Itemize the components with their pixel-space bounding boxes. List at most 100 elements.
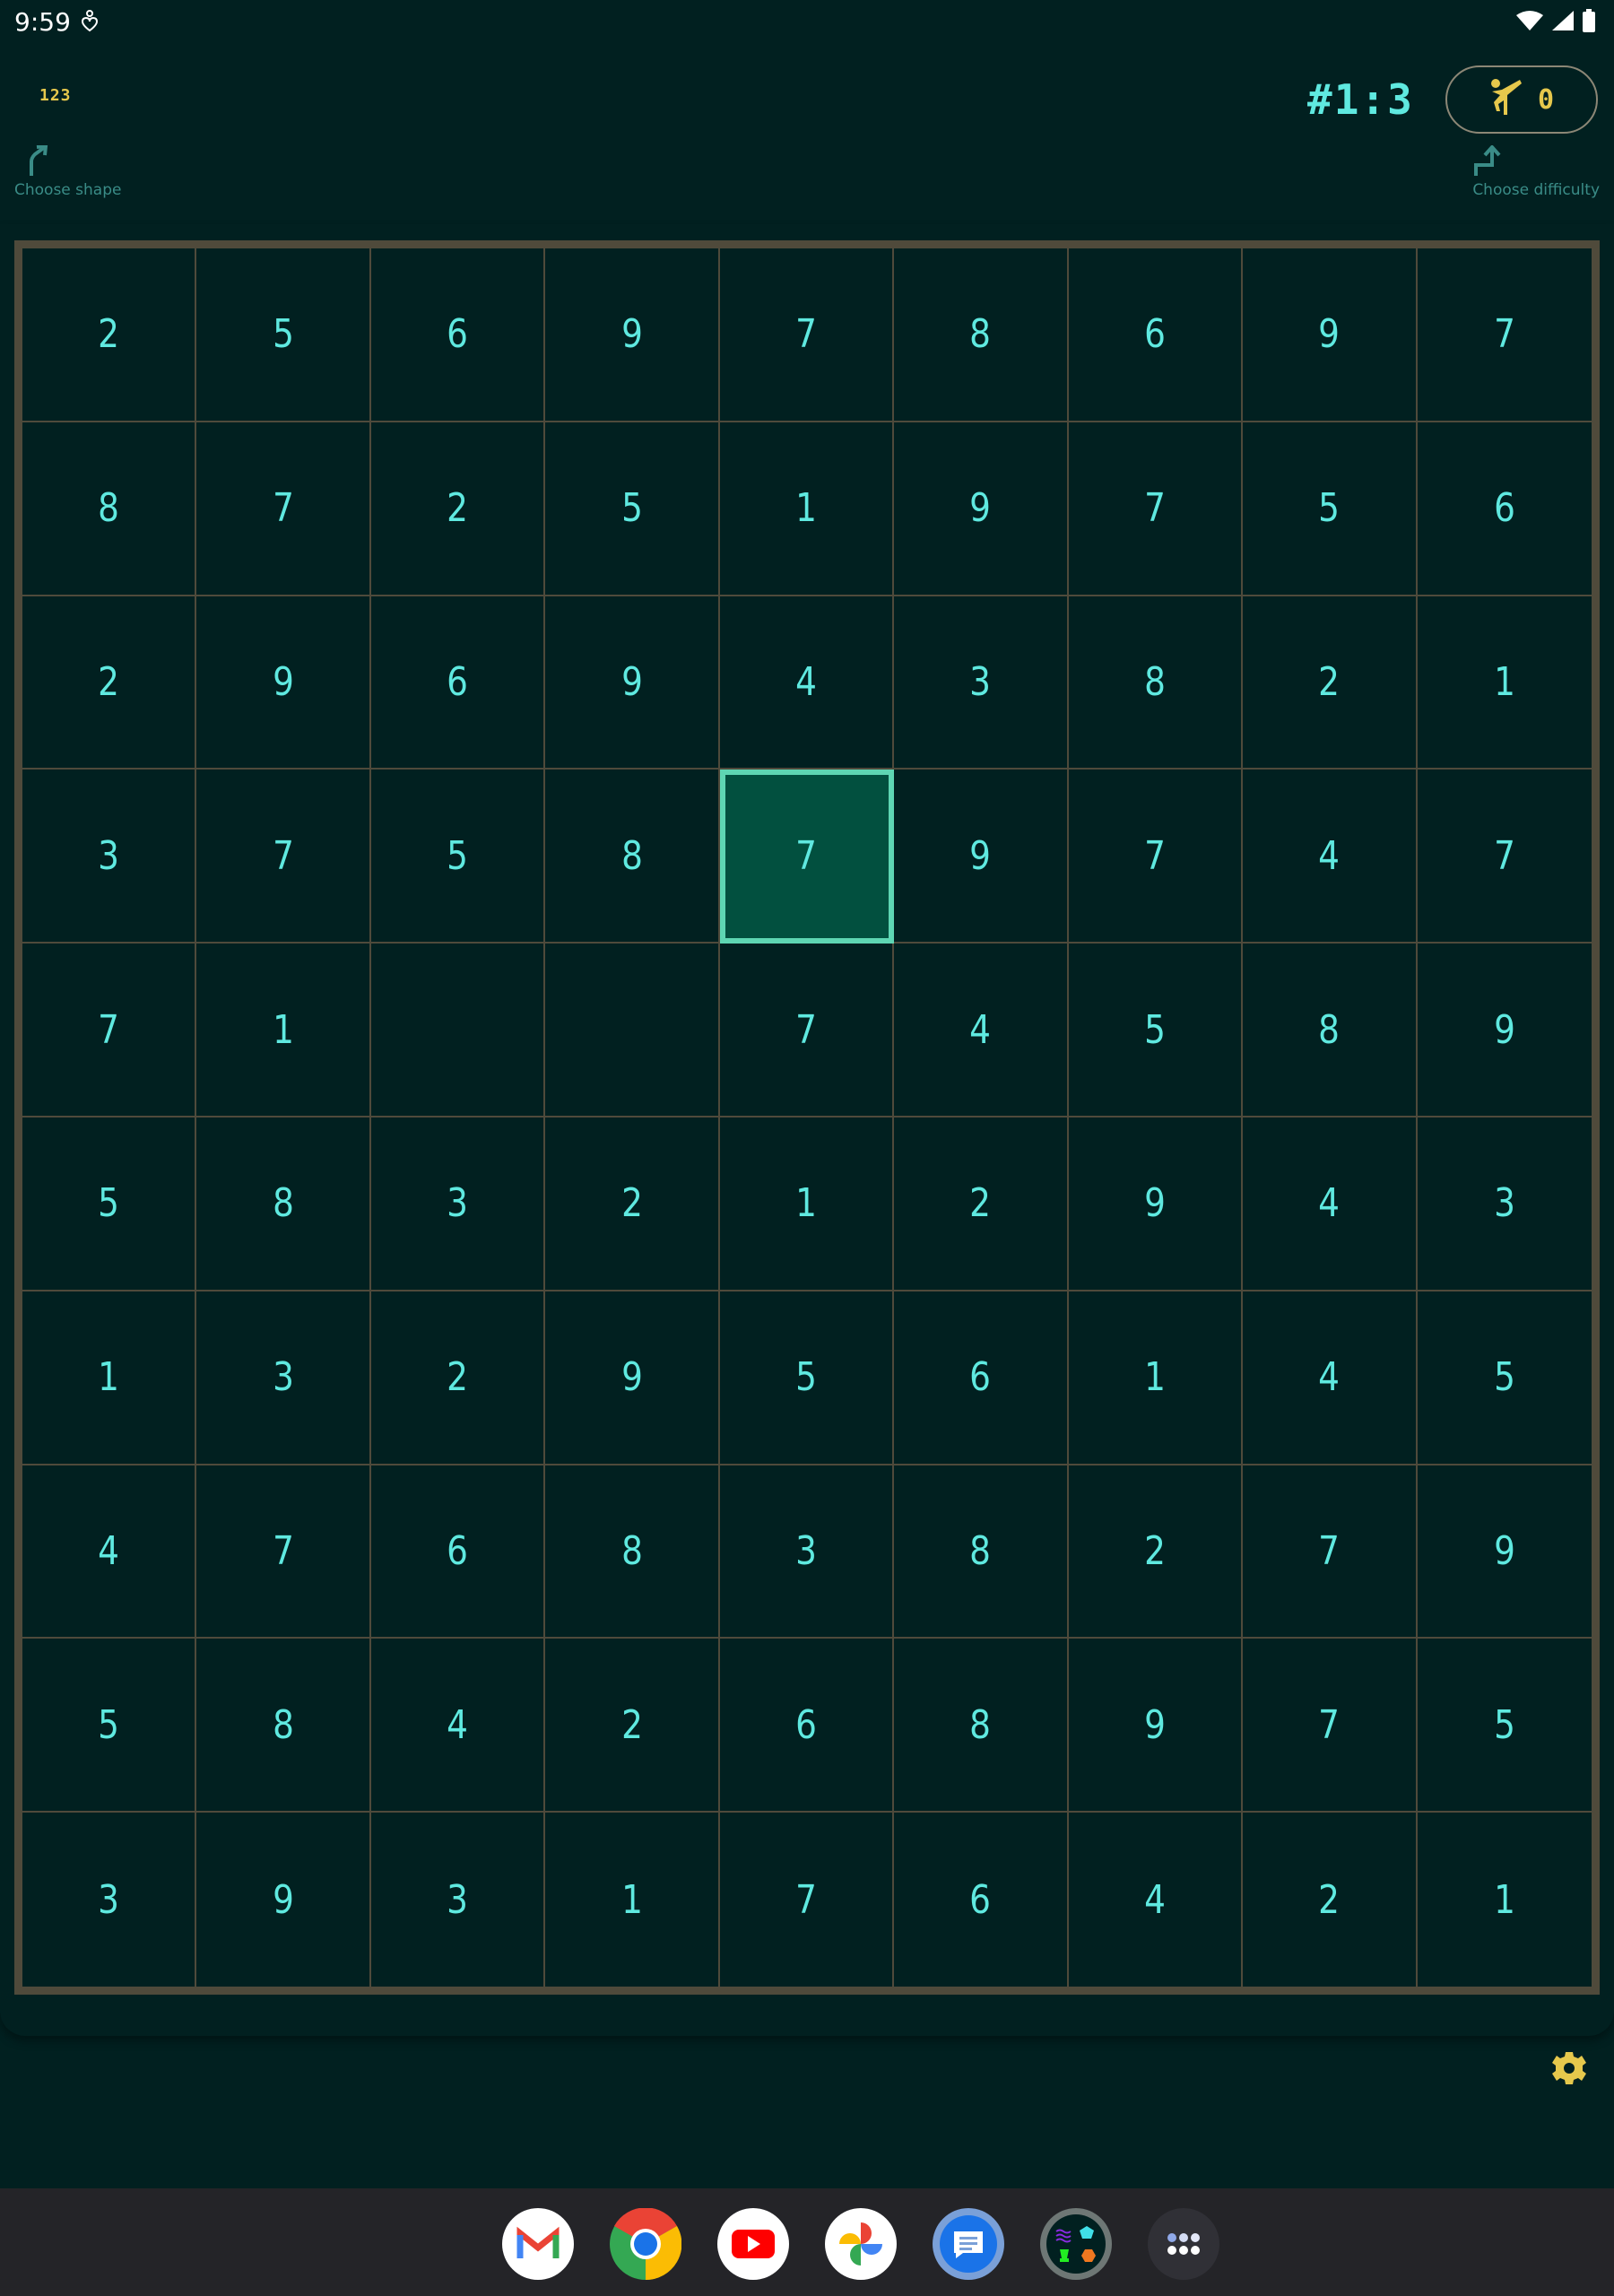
board-cell[interactable]: 4 xyxy=(1243,1291,1418,1465)
board-cell[interactable]: 8 xyxy=(894,1465,1069,1639)
board-cell[interactable]: 2 xyxy=(370,1291,546,1465)
board-cell[interactable]: 4 xyxy=(1069,1813,1244,1987)
board-cell[interactable]: 7 xyxy=(1417,248,1592,422)
board-cell[interactable]: 2 xyxy=(1243,596,1418,770)
board-cell-empty[interactable] xyxy=(545,944,720,1118)
board-cell[interactable]: 8 xyxy=(1068,596,1244,770)
all-apps-button[interactable] xyxy=(1148,2208,1219,2280)
board-cell[interactable]: 3 xyxy=(719,1465,895,1639)
settings-button[interactable] xyxy=(1551,2050,1587,2086)
board-cell[interactable]: 4 xyxy=(894,944,1069,1118)
board-cell[interactable]: 6 xyxy=(894,1813,1069,1987)
board-cell[interactable]: 1 xyxy=(719,422,895,596)
board-cell[interactable]: 1 xyxy=(719,1118,895,1292)
shapes-game-app[interactable] xyxy=(1040,2208,1112,2280)
board-cell[interactable]: 7 xyxy=(1068,422,1244,596)
board-cell[interactable]: 1 xyxy=(1068,1291,1244,1465)
board-cell[interactable]: 7 xyxy=(1243,1465,1418,1639)
board-cell[interactable]: 8 xyxy=(894,248,1069,422)
board-cell[interactable]: 5 xyxy=(22,1639,197,1813)
board-cell[interactable]: 9 xyxy=(545,248,720,422)
board-cell[interactable]: 7 xyxy=(196,1465,371,1639)
board-cell[interactable]: 1 xyxy=(1417,596,1592,770)
board-cell[interactable]: 3 xyxy=(370,1118,546,1292)
board-cell[interactable]: 3 xyxy=(196,1291,371,1465)
board-cell[interactable]: 6 xyxy=(1068,248,1244,422)
board-cell[interactable]: 7 xyxy=(719,770,895,944)
board-cell[interactable]: 4 xyxy=(22,1465,197,1639)
board-cell[interactable]: 8 xyxy=(545,770,720,944)
board-cell[interactable]: 9 xyxy=(1068,1639,1244,1813)
board-cell[interactable]: 9 xyxy=(894,770,1069,944)
board-cell[interactable]: 5 xyxy=(1417,1639,1592,1813)
board-cell[interactable]: 2 xyxy=(1068,1465,1244,1639)
board-cell[interactable]: 7 xyxy=(719,248,895,422)
shape-button[interactable]: 123 xyxy=(39,86,72,105)
board-cell[interactable]: 2 xyxy=(22,248,197,422)
board-cell[interactable]: 6 xyxy=(719,1639,895,1813)
board-cell[interactable]: 7 xyxy=(720,1813,895,1987)
board-cell[interactable]: 8 xyxy=(22,422,197,596)
board-cell[interactable]: 7 xyxy=(1417,770,1592,944)
board-cell[interactable]: 8 xyxy=(196,1639,371,1813)
board-cell-empty[interactable] xyxy=(370,944,546,1118)
board-cell[interactable]: 2 xyxy=(1243,1813,1418,1987)
board-cell[interactable]: 5 xyxy=(1417,1292,1592,1465)
board-cell[interactable]: 8 xyxy=(894,1639,1069,1813)
board-cell[interactable]: 4 xyxy=(719,596,895,770)
board-cell[interactable]: 3 xyxy=(22,1813,197,1987)
gmail-app[interactable] xyxy=(502,2208,574,2280)
board-cell[interactable]: 5 xyxy=(370,770,546,944)
board-cell[interactable]: 4 xyxy=(1243,770,1418,944)
board-cell[interactable]: 2 xyxy=(370,422,546,596)
board-cell[interactable]: 3 xyxy=(371,1813,546,1987)
board-cell[interactable]: 6 xyxy=(370,1465,546,1639)
board-cell[interactable]: 8 xyxy=(196,1118,371,1292)
board-cell[interactable]: 1 xyxy=(1418,1813,1592,1987)
board-cell[interactable]: 2 xyxy=(894,1118,1069,1292)
board-cell[interactable]: 1 xyxy=(545,1813,720,1987)
board-cell[interactable]: 7 xyxy=(1243,1639,1418,1813)
messages-app[interactable] xyxy=(933,2208,1004,2280)
board-cell[interactable]: 1 xyxy=(196,944,371,1118)
board-cell[interactable]: 9 xyxy=(894,422,1069,596)
board-cell[interactable]: 3 xyxy=(894,596,1069,770)
board-cell[interactable]: 9 xyxy=(196,596,371,770)
board-cell[interactable]: 5 xyxy=(1243,422,1418,596)
board-cell[interactable]: 2 xyxy=(22,596,197,770)
board-cell[interactable]: 5 xyxy=(545,422,720,596)
board-cell[interactable]: 6 xyxy=(370,248,546,422)
youtube-app[interactable] xyxy=(717,2208,789,2280)
board-cell[interactable]: 9 xyxy=(545,1291,720,1465)
board-cell[interactable]: 1 xyxy=(22,1291,197,1465)
board-cell[interactable]: 5 xyxy=(719,1291,895,1465)
board-cell[interactable]: 4 xyxy=(370,1639,546,1813)
board-cell[interactable]: 9 xyxy=(1068,1118,1244,1292)
board-cell[interactable]: 7 xyxy=(719,944,895,1118)
board-cell[interactable]: 9 xyxy=(1417,1465,1592,1639)
board-cell[interactable]: 7 xyxy=(196,422,371,596)
board-cell[interactable]: 2 xyxy=(545,1639,720,1813)
board-cell[interactable]: 4 xyxy=(1243,1118,1418,1292)
board-cell[interactable]: 8 xyxy=(545,1465,720,1639)
board-cell[interactable]: 7 xyxy=(196,770,371,944)
board-cell[interactable]: 7 xyxy=(1068,770,1244,944)
board-cell[interactable]: 6 xyxy=(1417,422,1592,596)
board-cell[interactable]: 9 xyxy=(545,596,720,770)
board-cell[interactable]: 5 xyxy=(196,248,371,422)
board-cell[interactable]: 9 xyxy=(196,1813,371,1987)
board-cell[interactable]: 3 xyxy=(1417,1118,1592,1292)
board-cell[interactable]: 8 xyxy=(1243,944,1418,1118)
difficulty-button[interactable]: 0 xyxy=(1445,65,1598,134)
board-cell[interactable]: 6 xyxy=(370,596,546,770)
board-cell[interactable]: 7 xyxy=(22,944,197,1118)
board-cell[interactable]: 5 xyxy=(22,1118,197,1292)
board-cell[interactable]: 3 xyxy=(22,770,197,944)
photos-app[interactable] xyxy=(825,2208,897,2280)
board-cell[interactable]: 2 xyxy=(545,1118,720,1292)
board-cell[interactable]: 6 xyxy=(894,1291,1069,1465)
board-cell[interactable]: 5 xyxy=(1068,944,1244,1118)
chrome-app[interactable] xyxy=(610,2208,681,2280)
board-cell[interactable]: 9 xyxy=(1417,944,1592,1118)
board-cell[interactable]: 9 xyxy=(1243,248,1418,422)
